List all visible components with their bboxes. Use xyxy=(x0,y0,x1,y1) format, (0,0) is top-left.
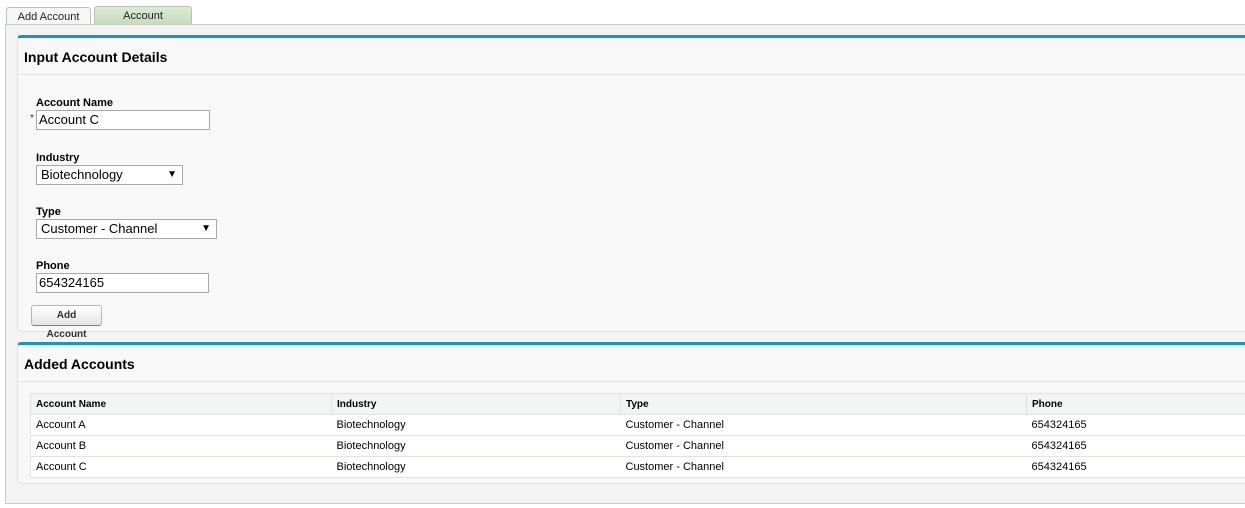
cell-phone: 654324165 xyxy=(1026,456,1245,478)
dropdown-arrow-icon: ▼ xyxy=(201,223,211,234)
table-row: Account B Biotechnology Customer - Chann… xyxy=(30,435,1245,457)
cell-type: Customer - Channel xyxy=(620,456,1027,478)
cell-industry: Biotechnology xyxy=(331,414,621,436)
type-label: Type xyxy=(36,206,61,218)
type-selected-value: Customer - Channel xyxy=(41,221,158,236)
section-divider xyxy=(18,381,1245,382)
industry-selected-value: Biotechnology xyxy=(41,167,123,182)
cell-account-name: Account B xyxy=(30,435,332,457)
cell-account-name: Account A xyxy=(30,414,332,436)
column-header-industry: Industry xyxy=(331,393,621,415)
section-divider xyxy=(18,74,1245,75)
accounts-table: Account Name Industry Type Phone Account… xyxy=(30,393,1245,478)
column-header-type: Type xyxy=(620,393,1027,415)
add-account-button[interactable]: Add Account xyxy=(31,305,102,340)
column-header-phone: Phone xyxy=(1026,393,1245,415)
section-title: Added Accounts xyxy=(24,356,135,372)
cell-type: Customer - Channel xyxy=(620,435,1027,457)
phone-input[interactable]: 654324165 xyxy=(36,273,209,293)
cell-industry: Biotechnology xyxy=(331,456,621,478)
table-header-row: Account Name Industry Type Phone xyxy=(30,393,1245,415)
dropdown-arrow-icon: ▼ xyxy=(167,169,177,180)
type-select[interactable]: Customer - Channel ▼ xyxy=(36,219,217,239)
tab-account-details[interactable]: Account Details xyxy=(94,6,192,40)
section-title: Input Account Details xyxy=(24,49,168,65)
column-header-account-name: Account Name xyxy=(30,393,332,415)
industry-select[interactable]: Biotechnology ▼ xyxy=(36,165,183,185)
phone-label: Phone xyxy=(36,260,70,272)
cell-phone: 654324165 xyxy=(1026,435,1245,457)
required-marker: * xyxy=(30,113,34,124)
added-accounts-section: Added Accounts Account Name Industry Typ… xyxy=(17,342,1245,484)
account-name-input[interactable]: Account C xyxy=(36,110,210,130)
account-name-label: Account Name xyxy=(36,97,114,109)
cell-phone: 654324165 xyxy=(1026,414,1245,436)
cell-industry: Biotechnology xyxy=(331,435,621,457)
cell-type: Customer - Channel xyxy=(620,414,1027,436)
industry-label: Industry xyxy=(36,152,80,164)
table-row: Account A Biotechnology Customer - Chann… xyxy=(30,414,1245,436)
cell-account-name: Account C xyxy=(30,456,332,478)
table-row: Account C Biotechnology Customer - Chann… xyxy=(30,456,1245,478)
input-account-details-section: Input Account Details Account Name * Acc… xyxy=(17,35,1245,340)
tab-panel: Input Account Details Account Name * Acc… xyxy=(5,24,1245,504)
